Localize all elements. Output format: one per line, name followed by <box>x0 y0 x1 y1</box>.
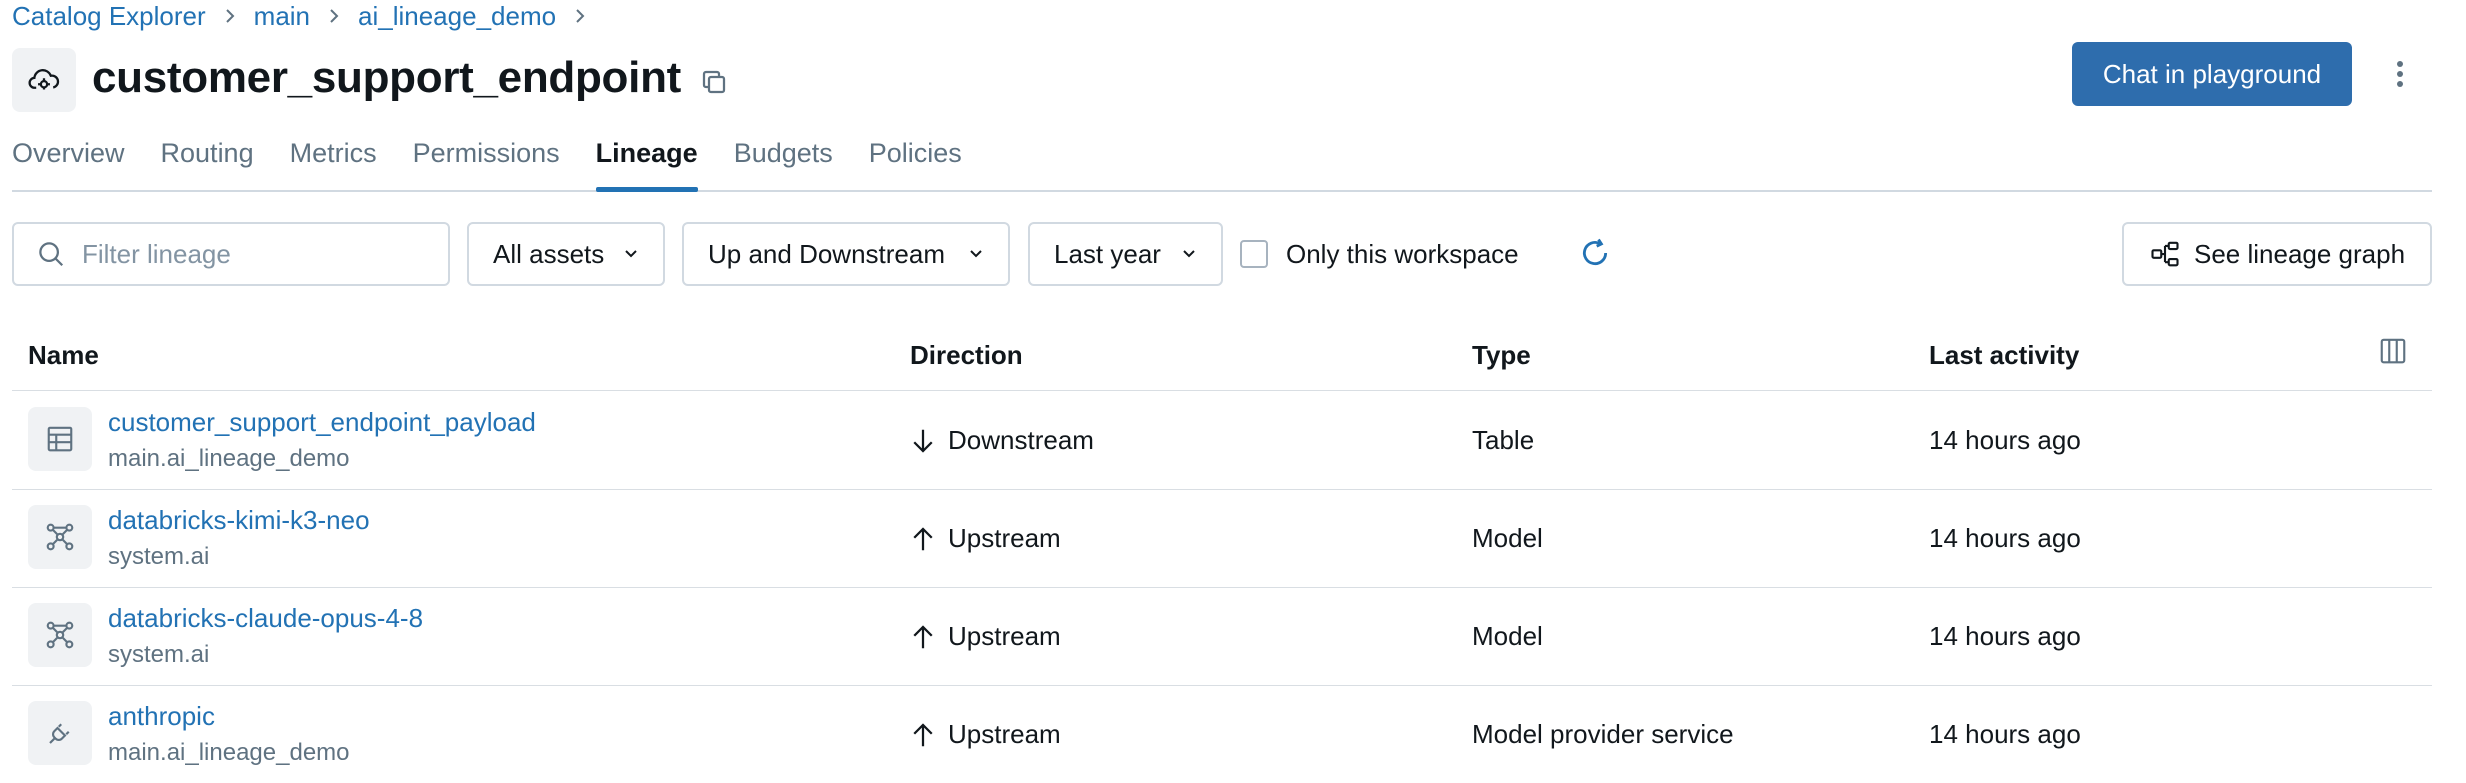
arrow-up-icon <box>913 526 933 550</box>
tab-metrics[interactable]: Metrics <box>290 136 377 190</box>
direction-cell: Upstream <box>908 523 1061 554</box>
type-cell: Model <box>1472 621 1543 651</box>
table-row[interactable]: databricks-kimi-k3-neo system.ai Upstrea… <box>12 489 2432 588</box>
plug-icon <box>28 701 92 765</box>
see-lineage-graph-button[interactable]: See lineage graph <box>2122 222 2432 286</box>
columns-icon[interactable] <box>2378 336 2412 370</box>
last-activity-cell: 14 hours ago <box>1929 719 2081 749</box>
tab-budgets[interactable]: Budgets <box>734 136 833 190</box>
asset-schema: system.ai <box>108 641 210 668</box>
chevron-down-icon <box>623 248 639 260</box>
chat-in-playground-button[interactable]: Chat in playground <box>2072 42 2352 106</box>
breadcrumb-schema[interactable]: ai_lineage_demo <box>358 1 556 32</box>
breadcrumb-main[interactable]: main <box>254 1 310 32</box>
lineage-graph-icon <box>2150 239 2180 269</box>
chevron-down-icon <box>1181 248 1197 260</box>
arrow-up-icon <box>913 722 933 746</box>
see-lineage-graph-label: See lineage graph <box>2194 238 2406 269</box>
filter-lineage-placeholder: Filter lineage <box>82 238 231 269</box>
asset-name-link[interactable]: customer_support_endpoint_payload <box>108 407 536 438</box>
tab-overview[interactable]: Overview <box>12 136 125 190</box>
time-range-dropdown[interactable]: Last year <box>1028 222 1223 286</box>
table-row[interactable]: databricks-claude-opus-4-8 system.ai Ups… <box>12 587 2432 686</box>
last-activity-cell: 14 hours ago <box>1929 621 2081 651</box>
arrow-up-icon <box>913 624 933 648</box>
direction-label: Upstream <box>948 523 1061 553</box>
serving-endpoint-icon <box>12 48 76 112</box>
model-icon <box>28 603 92 667</box>
table-row[interactable]: anthropic main.ai_lineage_demo Upstream … <box>12 685 2432 783</box>
tab-bar: Overview Routing Metrics Permissions Lin… <box>12 136 2432 192</box>
tab-routing[interactable]: Routing <box>161 136 254 190</box>
column-header-type[interactable]: Type <box>1472 340 1531 371</box>
tab-lineage[interactable]: Lineage <box>595 136 698 192</box>
refresh-icon[interactable] <box>1576 234 1614 272</box>
column-header-direction[interactable]: Direction <box>910 340 1023 371</box>
only-this-workspace-option: Only this workspace <box>1240 236 1519 272</box>
table-row[interactable]: customer_support_endpoint_payload main.a… <box>12 391 2432 490</box>
only-this-workspace-checkbox[interactable] <box>1240 240 1268 268</box>
chevron-down-icon <box>968 248 984 260</box>
table-header: Name Direction Type Last activity <box>12 326 2432 391</box>
type-cell: Model <box>1472 523 1543 553</box>
asset-name-link[interactable]: databricks-kimi-k3-neo <box>108 505 370 536</box>
breadcrumb: Catalog Explorer main ai_lineage_demo <box>12 0 604 32</box>
more-options-icon[interactable] <box>2380 50 2420 98</box>
arrow-down-icon <box>913 429 933 453</box>
table-icon <box>28 407 92 471</box>
direction-label: Upstream <box>948 719 1061 749</box>
assets-dropdown[interactable]: All assets <box>467 222 665 286</box>
tab-policies[interactable]: Policies <box>869 136 962 190</box>
search-icon <box>36 239 66 269</box>
type-cell: Model provider service <box>1472 719 1734 749</box>
chevron-right-icon <box>573 6 587 26</box>
only-this-workspace-label: Only this workspace <box>1286 238 1519 269</box>
chevron-right-icon <box>223 6 237 26</box>
chevron-right-icon <box>327 6 341 26</box>
page-title: customer_support_endpoint <box>92 53 681 102</box>
assets-dropdown-label: All assets <box>493 238 605 269</box>
asset-schema: system.ai <box>108 543 210 570</box>
column-header-name[interactable]: Name <box>28 340 99 371</box>
direction-cell: Upstream <box>908 621 1061 652</box>
filter-lineage-input[interactable]: Filter lineage <box>12 222 450 286</box>
tab-permissions[interactable]: Permissions <box>413 136 560 190</box>
asset-schema: main.ai_lineage_demo <box>108 739 350 766</box>
time-range-dropdown-label: Last year <box>1054 238 1161 269</box>
copy-icon[interactable] <box>696 64 732 100</box>
direction-label: Upstream <box>948 621 1061 651</box>
model-icon <box>28 505 92 569</box>
direction-dropdown-label: Up and Downstream <box>708 238 945 269</box>
direction-label: Downstream <box>948 425 1094 455</box>
last-activity-cell: 14 hours ago <box>1929 425 2081 455</box>
direction-cell: Downstream <box>908 425 1094 456</box>
asset-schema: main.ai_lineage_demo <box>108 445 350 472</box>
direction-cell: Upstream <box>908 719 1061 750</box>
type-cell: Table <box>1472 425 1535 455</box>
asset-name-link[interactable]: anthropic <box>108 701 215 732</box>
direction-dropdown[interactable]: Up and Downstream <box>682 222 1010 286</box>
asset-name-link[interactable]: databricks-claude-opus-4-8 <box>108 603 423 634</box>
breadcrumb-catalog-explorer[interactable]: Catalog Explorer <box>12 1 206 32</box>
column-header-last-activity[interactable]: Last activity <box>1929 340 2079 371</box>
last-activity-cell: 14 hours ago <box>1929 523 2081 553</box>
